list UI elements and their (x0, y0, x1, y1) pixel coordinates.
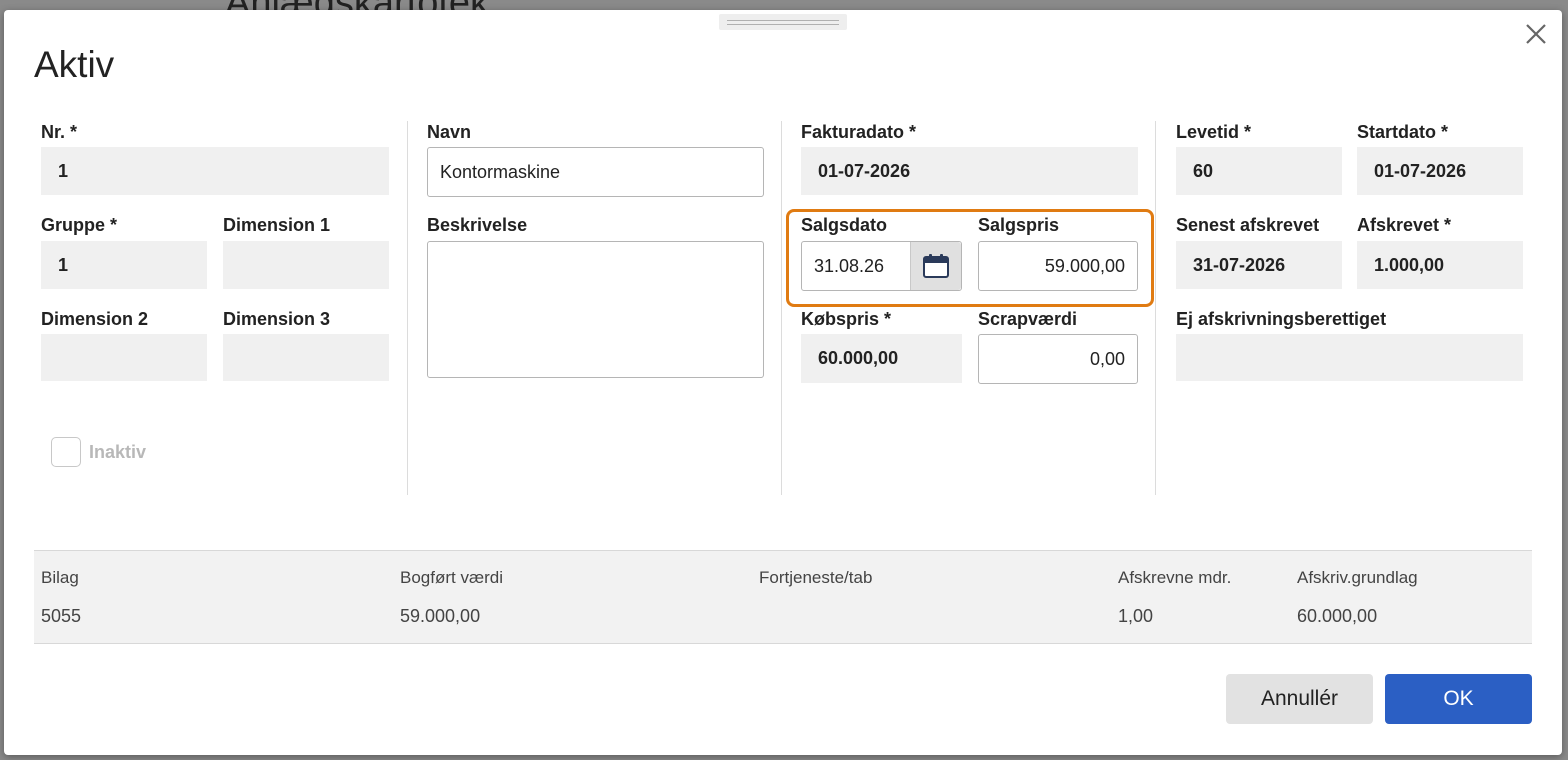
summary-header-afskrevne-mdr: Afskrevne mdr. (1118, 568, 1232, 587)
summary-header-bilag: Bilag (41, 568, 79, 587)
scrapvaerdi-label: Scrapværdi (978, 309, 1078, 329)
close-icon (1526, 24, 1546, 44)
summary-value-bogfoert-vaerdi: 59.000,00 (400, 606, 481, 626)
salgsdato-label: Salgsdato (801, 215, 888, 235)
fakturadato-label: Fakturadato * (801, 122, 917, 142)
summary-table: Bilag Bogført værdi Fortjeneste/tab Afsk… (34, 550, 1532, 644)
summary-value-bilag: 5055 (41, 606, 82, 626)
gruppe-label: Gruppe * (41, 215, 118, 235)
summary-header-afskriv-grundlag: Afskriv.grundlag (1297, 568, 1418, 587)
levetid-field: 60 (1176, 147, 1342, 195)
nr-label: Nr. * (41, 122, 78, 142)
beskrivelse-label: Beskrivelse (427, 215, 528, 235)
calendar-icon (923, 254, 949, 278)
scrapvaerdi-input[interactable]: 0,00 (978, 334, 1138, 384)
salgspris-label: Salgspris (978, 215, 1060, 235)
summary-header-fortjeneste-tab: Fortjeneste/tab (759, 568, 873, 587)
startdato-field: 01-07-2026 (1357, 147, 1523, 195)
beskrivelse-textarea[interactable] (427, 241, 764, 378)
navn-label: Navn (427, 122, 472, 142)
salgsdato-value: 31.08.26 (814, 255, 885, 276)
column-divider-2 (781, 121, 782, 495)
ej-afskrivningsberettiget-field (1176, 334, 1523, 381)
startdato-label: Startdato * (1357, 122, 1449, 142)
ok-button[interactable]: OK (1385, 674, 1532, 724)
dimension3-label: Dimension 3 (223, 309, 331, 329)
dimension1-field (223, 241, 389, 289)
dialog-title: Aktiv (34, 44, 115, 85)
asset-dialog: Aktiv Nr. * 1 Gruppe * 1 Dimension 1 Dim… (4, 10, 1562, 755)
cancel-button[interactable]: Annullér (1226, 674, 1373, 724)
column-divider-3 (1155, 121, 1156, 495)
senest-afskrevet-label: Senest afskrevet (1176, 215, 1320, 235)
dimension2-label: Dimension 2 (41, 309, 149, 329)
fakturadato-field: 01-07-2026 (801, 147, 1138, 195)
dimension2-field (41, 334, 207, 381)
koebspris-field: 60.000,00 (801, 334, 962, 383)
afskrevet-label: Afskrevet * (1357, 215, 1452, 235)
date-picker-button[interactable] (910, 242, 961, 290)
summary-header-bogfoert-vaerdi: Bogført værdi (400, 568, 503, 587)
gruppe-field: 1 (41, 241, 207, 289)
dimension1-label: Dimension 1 (223, 215, 331, 235)
drag-handle[interactable] (719, 14, 847, 30)
summary-value-afskrevne-mdr: 1,00 (1118, 606, 1154, 626)
column-divider-1 (407, 121, 408, 495)
salgspris-input[interactable]: 59.000,00 (978, 241, 1138, 291)
senest-afskrevet-field: 31-07-2026 (1176, 241, 1342, 289)
levetid-label: Levetid * (1176, 122, 1252, 142)
inaktiv-label: Inaktiv (89, 442, 147, 462)
koebspris-label: Købspris * (801, 309, 892, 329)
summary-value-afskriv-grundlag: 60.000,00 (1297, 606, 1378, 626)
close-button[interactable] (1518, 16, 1554, 52)
inaktiv-checkbox[interactable] (51, 437, 81, 467)
ej-afskrivningsberettiget-label: Ej afskrivningsberettiget (1176, 309, 1387, 329)
afskrevet-field: 1.000,00 (1357, 241, 1523, 289)
navn-input[interactable]: Kontormaskine (427, 147, 764, 197)
dimension3-field (223, 334, 389, 381)
salgsdato-input[interactable]: 31.08.26 (801, 241, 962, 291)
nr-field: 1 (41, 147, 389, 195)
